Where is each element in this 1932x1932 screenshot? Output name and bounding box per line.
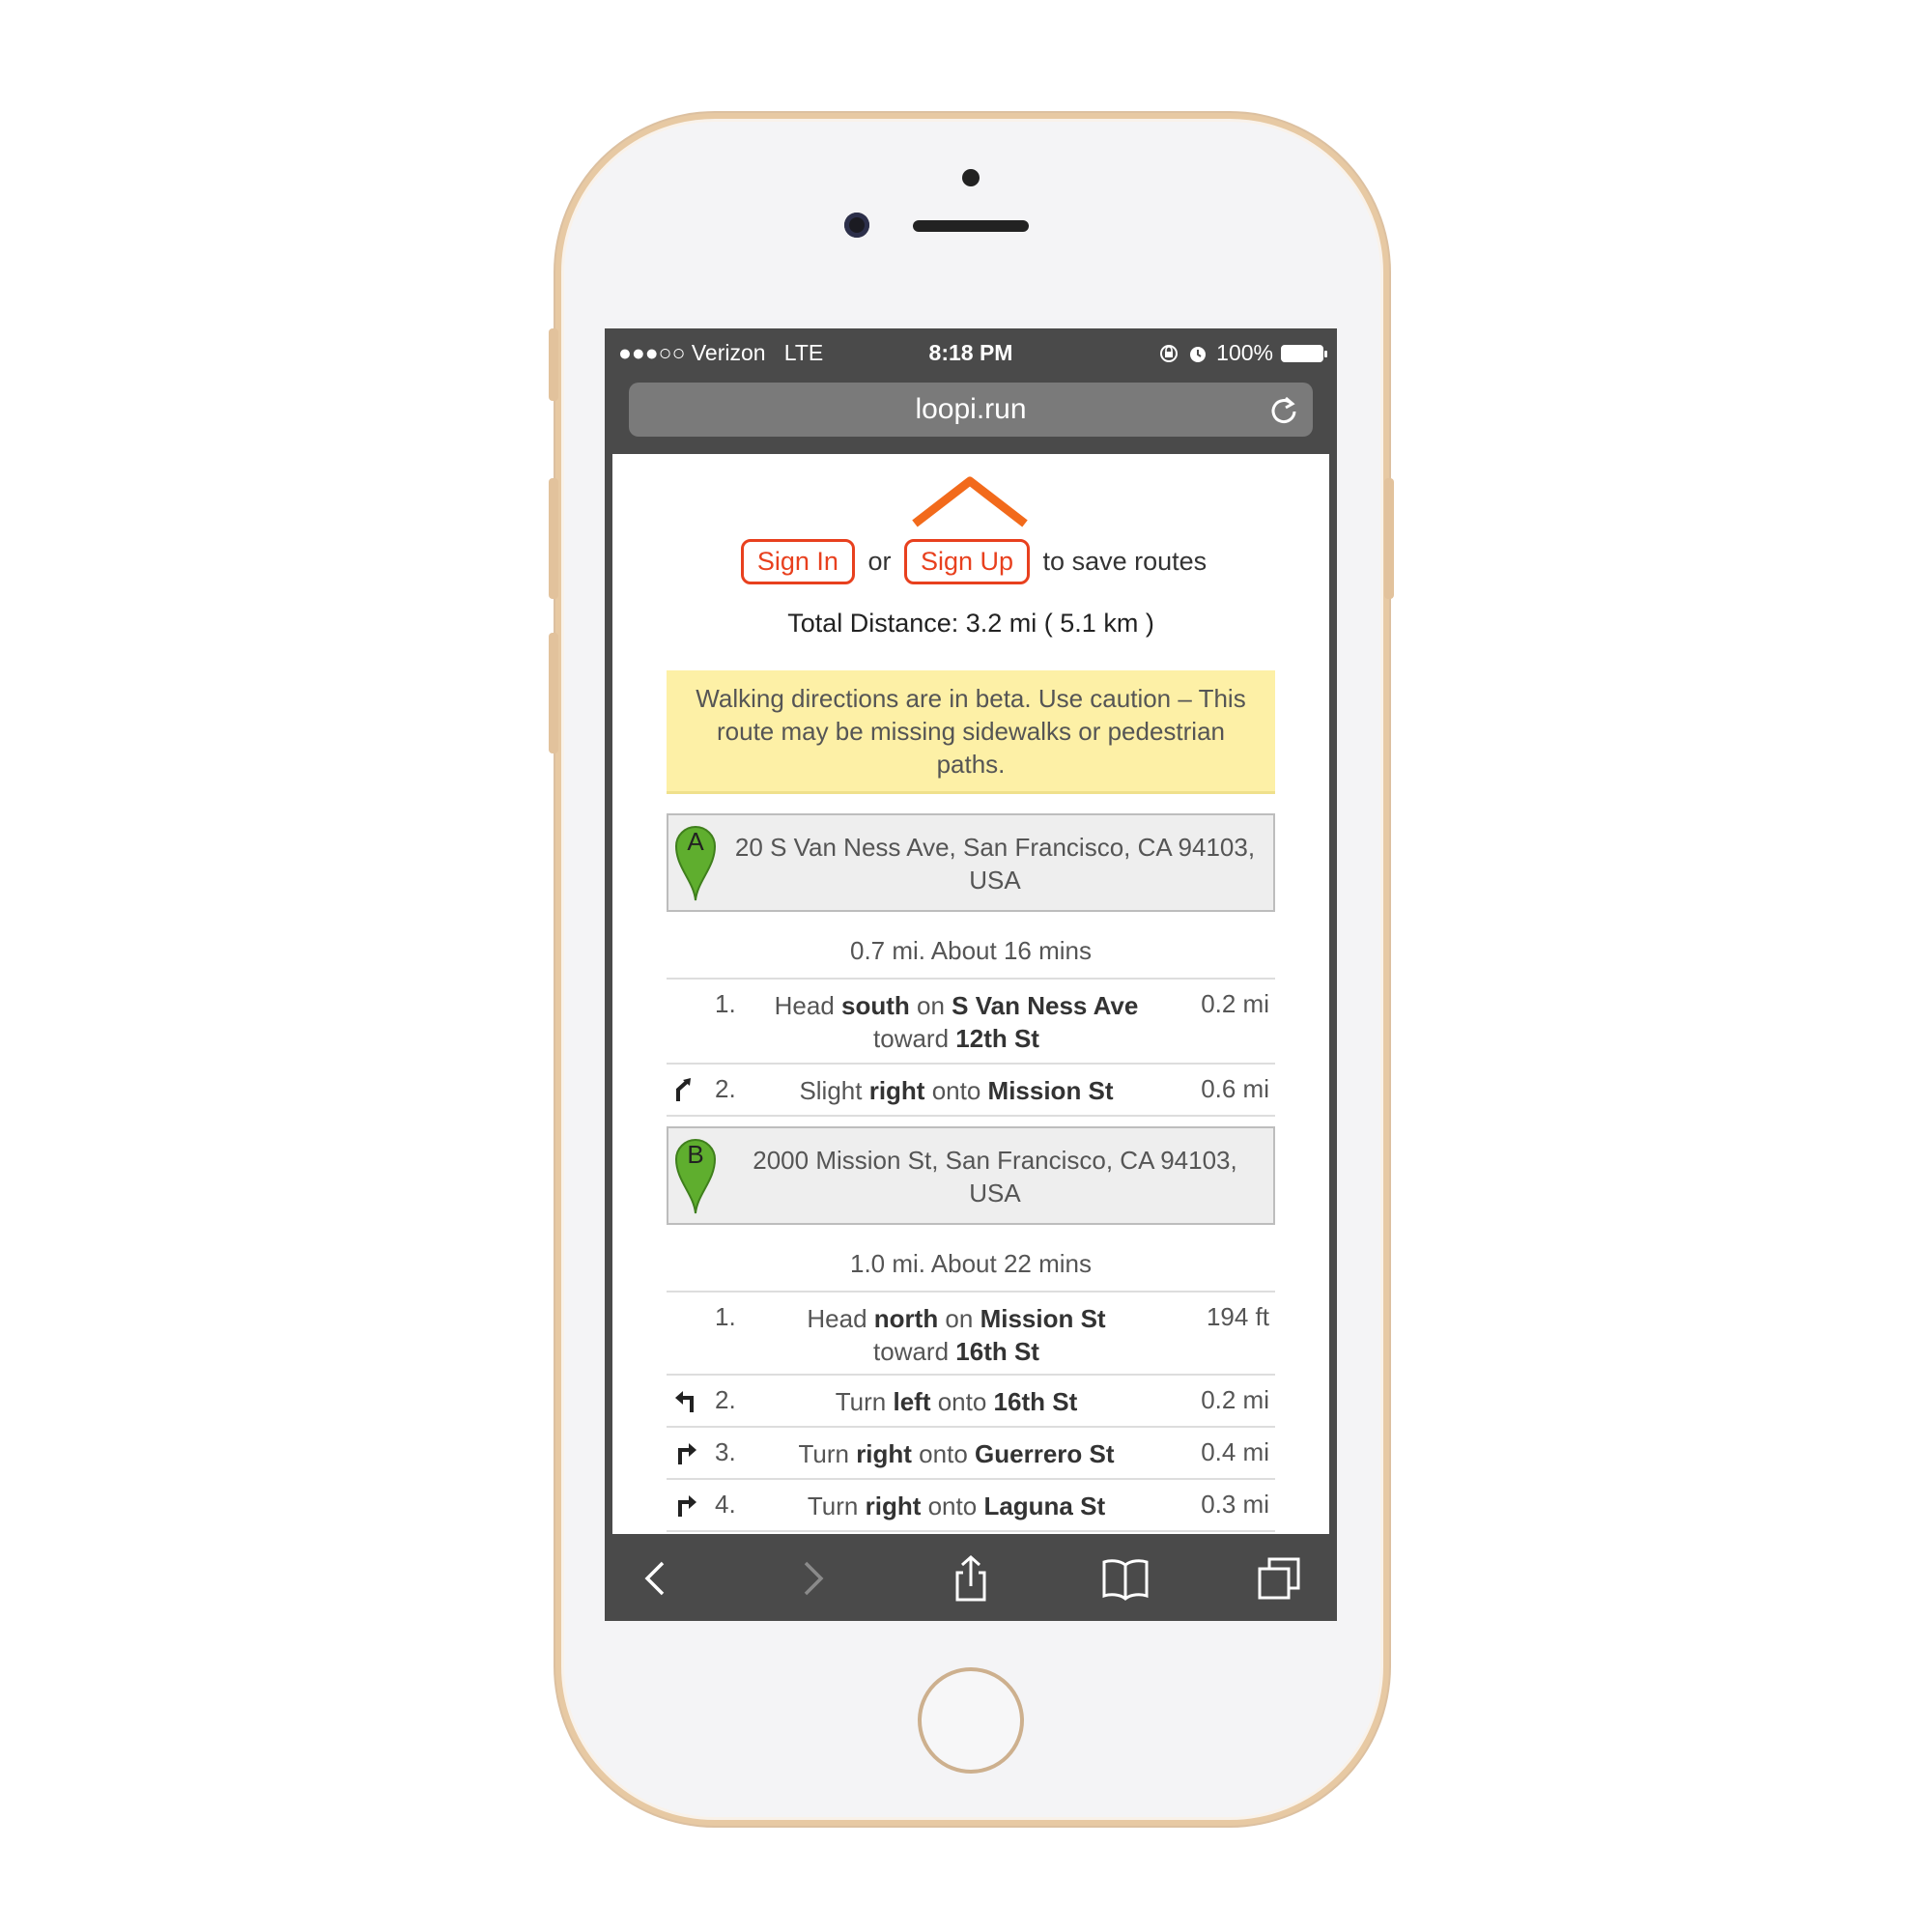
- or-label: or: [867, 547, 892, 576]
- step-distance: 194 ft: [1206, 1302, 1269, 1331]
- forward-icon[interactable]: [786, 1553, 837, 1604]
- direction-step[interactable]: 2. Turn left onto 16th St 0.2 mi: [667, 1376, 1275, 1428]
- slight-right-icon: [676, 1078, 691, 1101]
- mute-switch: [549, 328, 558, 401]
- step-distance: 0.3 mi: [1201, 1490, 1269, 1519]
- total-distance: Total Distance: 3.2 mi ( 5.1 km ): [787, 609, 1154, 638]
- turn-left-icon: [675, 1391, 694, 1412]
- orientation-lock-icon: [1160, 344, 1179, 362]
- step-number: 2.: [715, 1074, 736, 1103]
- browser-toolbar: [605, 1534, 1337, 1621]
- step-instruction: Slight right onto Mission St: [799, 1076, 1114, 1105]
- waypoint-a[interactable]: A 20 S Van Ness Ave, San Francisco, CA 9…: [667, 813, 1275, 912]
- back-icon[interactable]: [632, 1553, 682, 1604]
- home-button[interactable]: [918, 1667, 1024, 1774]
- step-distance: 0.2 mi: [1201, 989, 1269, 1018]
- bookmarks-icon[interactable]: [1100, 1553, 1151, 1604]
- sign-in-button[interactable]: Sign In: [740, 539, 855, 584]
- tabs-icon[interactable]: [1254, 1553, 1304, 1604]
- battery-icon: [1281, 344, 1327, 362]
- power-button: [1384, 478, 1394, 599]
- status-right: 100%: [1158, 340, 1327, 366]
- status-bar: ●●●○○ Verizon LTE 8:18 PM 100%: [605, 328, 1337, 375]
- address-bar[interactable]: loopi.run: [629, 383, 1313, 437]
- waypoint-address: 20 S Van Ness Ave, San Francisco, CA 941…: [734, 833, 1256, 895]
- leg-summary: 0.7 mi. About 16 mins: [667, 925, 1275, 980]
- direction-step[interactable]: 4. Turn right onto Laguna St 0.3 mi: [667, 1480, 1275, 1532]
- phone-screen: ●●●○○ Verizon LTE 8:18 PM 100% loopi.run: [605, 328, 1337, 1621]
- leg-summary: 1.0 mi. About 22 mins: [667, 1238, 1275, 1293]
- share-icon[interactable]: [946, 1553, 996, 1604]
- turn-right-icon: [678, 1443, 696, 1464]
- reload-icon[interactable]: [1268, 394, 1299, 425]
- step-number: 1.: [715, 1302, 736, 1331]
- auth-row: Sign In or Sign Up to save routes: [612, 539, 1329, 584]
- alarm-icon: [1190, 346, 1207, 362]
- loopi-logo-icon[interactable]: [907, 473, 1033, 531]
- step-instruction: Head north on Mission St toward 16th St: [807, 1304, 1106, 1366]
- step-instruction: Head south on S Van Ness Ave toward 12th…: [774, 991, 1139, 1053]
- step-instruction: Turn right onto Guerrero St: [798, 1439, 1115, 1468]
- step-instruction: Turn right onto Laguna St: [807, 1492, 1106, 1520]
- waypoint-address: 2000 Mission St, San Francisco, CA 94103…: [753, 1146, 1237, 1208]
- battery-percent: 100%: [1216, 340, 1273, 365]
- direction-step[interactable]: 3. Turn right onto Guerrero St 0.4 mi: [667, 1428, 1275, 1480]
- direction-step[interactable]: 1. Head south on S Van Ness Ave toward 1…: [667, 980, 1275, 1065]
- earpiece-speaker: [913, 220, 1029, 232]
- step-number: 1.: [715, 989, 736, 1018]
- waypoint-letter: A: [687, 827, 704, 856]
- save-routes-label: to save routes: [1042, 547, 1208, 576]
- waypoint-letter: B: [687, 1140, 704, 1169]
- step-number: 2.: [715, 1385, 736, 1414]
- sign-up-button[interactable]: Sign Up: [903, 539, 1031, 584]
- direction-step[interactable]: 2. Slight right onto Mission St 0.6 mi: [667, 1065, 1275, 1117]
- step-distance: 0.4 mi: [1201, 1437, 1269, 1466]
- page-content: Sign In or Sign Up to save routes Total …: [612, 454, 1329, 1534]
- direction-step[interactable]: 1. Head north on Mission St toward 16th …: [667, 1293, 1275, 1376]
- beta-warning: Walking directions are in beta. Use caut…: [667, 670, 1275, 794]
- step-instruction: Turn left onto 16th St: [835, 1387, 1078, 1416]
- proximity-sensor: [962, 169, 980, 186]
- step-number: 4.: [715, 1490, 736, 1519]
- step-number: 3.: [715, 1437, 736, 1466]
- front-camera-icon: [844, 213, 869, 238]
- waypoint-b[interactable]: B 2000 Mission St, San Francisco, CA 941…: [667, 1126, 1275, 1225]
- volume-up-button: [549, 478, 558, 599]
- step-distance: 0.2 mi: [1201, 1385, 1269, 1414]
- turn-right-icon: [678, 1495, 696, 1517]
- volume-down-button: [549, 633, 558, 753]
- url-text: loopi.run: [915, 393, 1027, 425]
- step-distance: 0.6 mi: [1201, 1074, 1269, 1103]
